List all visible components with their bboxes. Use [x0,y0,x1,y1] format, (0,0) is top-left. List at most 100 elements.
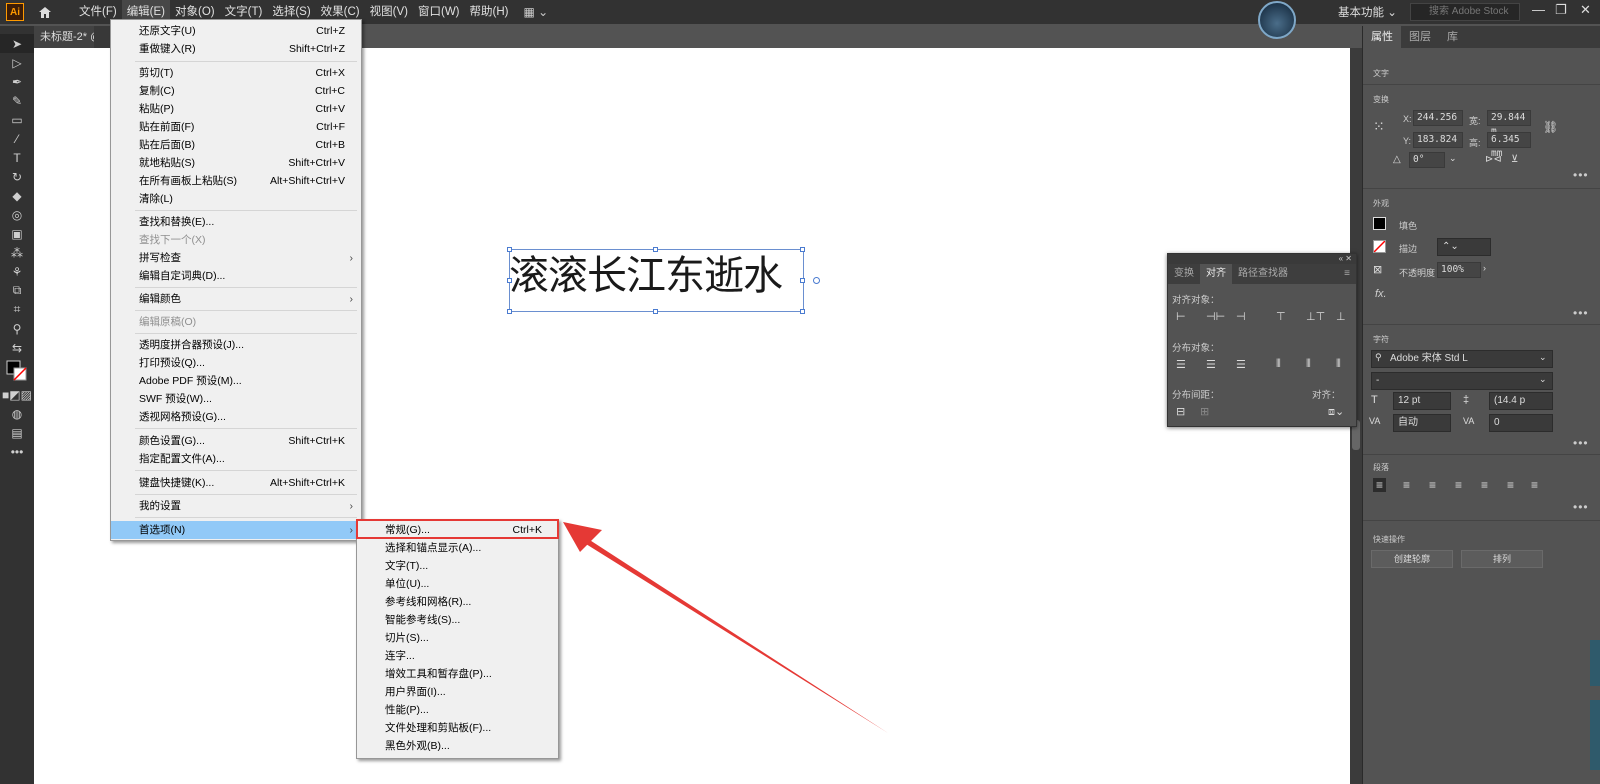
menu-item-edit-original[interactable]: 编辑原稿(O) [111,313,361,331]
rotate-tool-icon[interactable]: ↻ [0,167,34,186]
color-mode-icon[interactable]: ■◩▨ [0,385,34,404]
submenu-item-hyphenation[interactable]: 连字... [357,647,558,665]
align-center-text-icon[interactable]: ≡ [1403,478,1410,492]
tab-pathfinder[interactable]: 路径查找器 [1232,264,1294,284]
menu-item-preferences[interactable]: 首选项(N) › [111,521,361,539]
blend-tool-icon[interactable]: ⚘ [0,262,34,281]
submenu-item-black-appearance[interactable]: 黑色外观(B)... [357,737,558,755]
transform-more-icon[interactable]: ••• [1573,168,1589,182]
font-style-dropdown[interactable]: - [1371,372,1553,390]
flip-horizontal-icon[interactable]: ⊳⊲ [1485,154,1502,165]
close-icon[interactable]: ✕ [1580,2,1591,18]
handle-bottom-right[interactable] [800,309,805,314]
draw-mode-icon[interactable]: ◍ [0,404,34,423]
align-hcenter-icon[interactable]: ⊣⊢ [1206,310,1225,323]
submenu-item-selection-anchor[interactable]: 选择和锚点显示(A)... [357,539,558,557]
justify-center-icon[interactable]: ≡ [1481,478,1488,492]
menu-item-spell-check[interactable]: 拼写检查 › [111,249,361,267]
align-bottom-icon[interactable]: ⊥ [1336,310,1346,323]
menu-window[interactable]: 窗口(W) [413,0,465,24]
opacity-arrow-icon[interactable]: › [1483,263,1486,273]
arrange-documents-icon[interactable]: ▦ ⌄ [523,5,548,19]
x-field[interactable]: 244.256 [1413,110,1463,126]
more-tools-icon[interactable]: ••• [0,442,34,461]
arrange-button[interactable]: 排列 [1461,550,1543,568]
align-vcenter-icon[interactable]: ⊥⊤ [1306,310,1325,323]
angle-field[interactable]: 0° [1409,152,1445,168]
handle-top-center[interactable] [653,247,658,252]
dist-left-icon[interactable]: ⦀ [1276,358,1281,371]
paragraph-more-icon[interactable]: ••• [1573,500,1589,514]
menu-item-perspective-presets[interactable]: 透视网格预设(G)... [111,408,361,426]
menu-item-keyboard-shortcuts[interactable]: 键盘快捷键(K)... Alt+Shift+Ctrl+K [111,474,361,492]
gradient-tool-icon[interactable]: ▣ [0,224,34,243]
side-dock-widget[interactable] [1590,640,1600,686]
submenu-item-guides-grid[interactable]: 参考线和网格(R)... [357,593,558,611]
screen-mode-icon[interactable]: ▤ [0,423,34,442]
workspace-switcher[interactable]: 基本功能 ⌄ [1338,4,1397,20]
handle-top-left[interactable] [507,247,512,252]
menu-item-undo[interactable]: 还原文字(U) Ctrl+Z [111,22,361,40]
leading-field[interactable]: (14.4 p [1489,392,1553,410]
w-field[interactable]: 29.844 m [1487,110,1531,137]
appearance-more-icon[interactable]: ••• [1573,306,1589,320]
y-field[interactable]: 183.824 [1413,132,1463,148]
menu-item-pdf-presets[interactable]: Adobe PDF 预设(M)... [111,372,361,390]
stroke-weight-field[interactable]: ⌃⌄ [1437,238,1491,256]
handle-bottom-center[interactable] [653,309,658,314]
paintbrush-tool-icon[interactable]: ⁄ [0,129,34,148]
artboard-tool-icon[interactable]: ⌗ [0,300,34,319]
handle-middle-right[interactable] [800,278,805,283]
character-more-icon[interactable]: ••• [1573,436,1589,450]
menu-item-assign-profile[interactable]: 指定配置文件(A)... [111,450,361,468]
angle-dropdown-icon[interactable]: ⌄ [1449,153,1457,164]
dist-bottom-icon[interactable]: ☰ [1236,358,1246,371]
tab-layers[interactable]: 图层 [1401,26,1439,48]
align-left-icon[interactable]: ⊢ [1176,310,1186,323]
menu-item-find-next[interactable]: 查找下一个(X) [111,231,361,249]
menu-item-edit-dictionary[interactable]: 编辑自定词典(D)... [111,267,361,285]
menu-item-paste-front[interactable]: 贴在前面(F) Ctrl+F [111,118,361,136]
tab-properties[interactable]: 属性 [1363,26,1401,48]
menu-view[interactable]: 视图(V) [365,0,413,24]
menu-item-redo[interactable]: 重做键入(R) Shift+Ctrl+Z [111,40,361,58]
tab-transform[interactable]: 变换 [1168,264,1200,284]
dist-hcenter-icon[interactable]: ⦀ [1306,358,1311,371]
submenu-item-file-clipboard[interactable]: 文件处理和剪贴板(F)... [357,719,558,737]
user-avatar[interactable] [1258,1,1296,39]
dist-space-v-icon[interactable]: ⊟ [1176,405,1185,418]
fx-icon[interactable]: fx. [1375,288,1387,300]
warp-tool-icon[interactable]: ◎ [0,205,34,224]
menu-item-swf-presets[interactable]: SWF 预设(W)... [111,390,361,408]
align-left-text-icon[interactable]: ≡ [1373,478,1387,492]
submenu-item-plugins-scratch[interactable]: 增效工具和暂存盘(P)... [357,665,558,683]
create-outlines-button[interactable]: 创建轮廓 [1371,550,1453,568]
h-field[interactable]: 6.345 mm [1487,132,1531,159]
menu-item-paste[interactable]: 粘贴(P) Ctrl+V [111,100,361,118]
submenu-item-user-interface[interactable]: 用户界面(I)... [357,683,558,701]
submenu-item-type[interactable]: 文字(T)... [357,557,558,575]
tracking-field[interactable]: 0 [1489,414,1553,432]
justify-right-icon[interactable]: ≡ [1507,478,1514,492]
panel-collapse-icon[interactable]: « ✕ [1168,254,1356,264]
menu-help[interactable]: 帮助(H) [465,0,514,24]
submenu-item-units[interactable]: 单位(U)... [357,575,558,593]
menu-item-clear[interactable]: 清除(L) [111,190,361,208]
reference-point-icon[interactable]: ⁙ [1373,118,1385,135]
menu-item-color-settings[interactable]: 颜色设置(G)... Shift+Ctrl+K [111,432,361,450]
justify-left-icon[interactable]: ≡ [1455,478,1462,492]
stock-search-input[interactable]: 搜索 Adobe Stock [1410,3,1520,21]
tab-libraries[interactable]: 库 [1439,26,1466,48]
text-out-port[interactable] [813,277,820,284]
direct-selection-tool-icon[interactable]: ▷ [0,53,34,72]
menu-item-paste-in-place[interactable]: 就地粘贴(S) Shift+Ctrl+V [111,154,361,172]
dist-vcenter-icon[interactable]: ☰ [1206,358,1216,371]
constrain-proportions-icon[interactable]: ⛓ [1543,120,1558,134]
restore-icon[interactable]: ❐ [1555,2,1567,18]
selection-tool-icon[interactable]: ➤ [0,34,34,53]
fill-stroke-swatch[interactable] [0,357,34,385]
kerning-field[interactable]: 自动 [1393,414,1451,432]
submenu-item-slices[interactable]: 切片(S)... [357,629,558,647]
minimize-icon[interactable]: — [1532,2,1545,17]
submenu-item-performance[interactable]: 性能(P)... [357,701,558,719]
